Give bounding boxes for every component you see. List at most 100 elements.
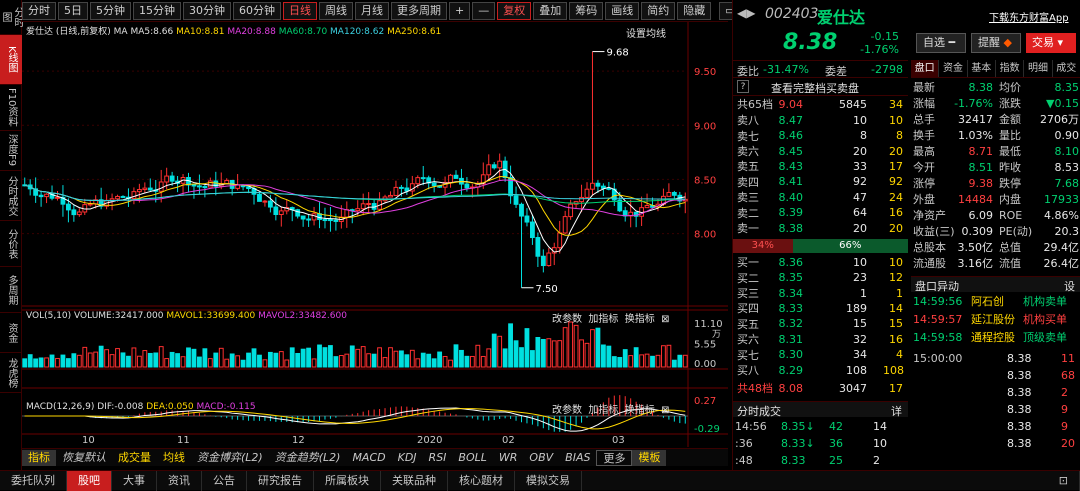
bottom-tab-9[interactable]: 模拟交易 [515,470,582,491]
quote-row: 涨停 9.38 跌停 7.68 [911,176,1080,191]
indicator-tab-13[interactable]: 更多 [596,449,633,466]
left-nav-item-5[interactable]: 分价表 [0,221,22,267]
alert-button[interactable]: 提醒 ◆ [971,33,1021,53]
help-icon[interactable]: ? [737,80,749,93]
download-app-link[interactable]: 下载东方财富App [989,9,1069,24]
quote-cell-1: 14484 [958,192,993,206]
watchlist-button[interactable]: 自选 ━ [916,33,966,53]
bottom-tab-2[interactable]: 大事 [112,470,157,491]
full-depth-row[interactable]: ? 查看完整档买卖盘 [733,78,908,96]
toolbar-item-14[interactable]: 筹码 [569,1,604,20]
toolbar-item-12[interactable]: 复权 [497,1,532,20]
indicator-tab-6[interactable]: MACD [346,450,391,466]
toolbar-item-13[interactable]: 叠加 [533,1,568,20]
volume-bar [437,351,443,368]
bottom-expand-icon[interactable]: ⊡ [1048,470,1080,491]
indicator-tab-9[interactable]: BOLL [452,450,492,466]
quote-tab-2[interactable]: 基本 [968,60,996,77]
vol-close-icon[interactable]: ⊠ [661,314,669,325]
toolbar-item-0[interactable]: 分时 [22,1,56,20]
indicator-tab-11[interactable]: OBV [523,450,559,466]
toolbar-item-1[interactable]: 5日 [58,1,88,20]
left-nav-item-6[interactable]: 多周期 [0,267,22,313]
depth-cell-0: 卖三 [737,191,759,205]
nav-arrows-icon[interactable]: ◀▶ [737,6,755,20]
quote-tab-1[interactable]: 资金 [939,60,968,77]
quote-tab-5[interactable]: 成交 [1053,60,1080,77]
macd-close-icon[interactable]: ⊠ [661,405,669,416]
fenshi-detail-button[interactable]: 详 [891,403,902,419]
indicator-tab-10[interactable]: WR [493,450,524,466]
toolbar-item-8[interactable]: 月线 [355,1,389,20]
indicator-tab-4[interactable]: 资金博弈(L2) [191,450,269,466]
candle-body [300,215,306,220]
left-nav-item-4[interactable]: 分时成交 [0,171,22,221]
full-depth-link[interactable]: 查看完整档买卖盘 [771,80,859,96]
macd-param-button[interactable]: 改参数 [552,405,582,416]
bottom-tab-6[interactable]: 所属板块 [314,470,381,491]
indicator-tab-5[interactable]: 资金趋势(L2) [269,450,347,466]
toolbar-item-9[interactable]: 更多周期 [391,1,447,20]
toolbar-item-4[interactable]: 30分钟 [183,1,231,20]
volume-bar [519,347,524,368]
indicator-tab-14[interactable]: 模板 [632,449,667,466]
depth-cell-2: 34 [853,348,867,362]
candle-body [55,196,60,199]
indicator-tab-12[interactable]: BIAS [559,450,596,466]
bottom-tab-1[interactable]: 股吧 [67,470,112,491]
indicator-tab-2[interactable]: 成交量 [112,450,157,466]
volume-bar [595,327,601,368]
toolbar-item-11[interactable]: — [472,1,496,20]
vol-param-button[interactable]: 改参数 [552,314,582,325]
toolbar-item-6[interactable]: 日线 [283,1,317,20]
bottom-tab-7[interactable]: 关联品种 [381,470,448,491]
bottom-tab-8[interactable]: 核心题材 [448,470,515,491]
toolbar-item-3[interactable]: 15分钟 [133,1,181,20]
bottom-tab-0[interactable]: 委托队列 [0,470,67,491]
bottom-tab-4[interactable]: 公告 [202,470,247,491]
toolbar-item-17[interactable]: 隐藏 [677,1,712,20]
toolbar-item-7[interactable]: 周线 [319,1,353,20]
toolbar-item-15[interactable]: 画线 [605,1,640,20]
quote-tab-0[interactable]: 盘口 [911,60,940,77]
indicator-tab-1[interactable]: 恢复默认 [56,450,112,466]
indicator-tab-8[interactable]: RSI [423,450,453,466]
vol-switch-button[interactable]: 换指标 [625,314,655,325]
left-nav-item-1[interactable]: K线图 [0,35,22,85]
pankou-settings-button[interactable]: 设 [1064,278,1075,294]
indicator-tab-3[interactable]: 均线 [157,450,191,466]
macd-switch-button[interactable]: 换指标 [625,405,655,416]
depth-cell-3: 17 [889,159,903,173]
indicator-tab-7[interactable]: KDJ [392,450,423,466]
left-nav-item-2[interactable]: F10资料 [0,85,22,131]
left-nav-item-3[interactable]: 深度F9 [0,131,22,171]
kline-chart[interactable]: 9.50 9.00 8.50 8.00 11.10 5.55 0.00 万 0.27 -0.29 1… [22,22,728,447]
volume-bar [71,353,77,368]
volume-bar [606,345,612,368]
toolbar-item-5[interactable]: 60分钟 [233,1,281,20]
vol-add-button[interactable]: 加指标 [588,314,618,325]
left-nav-item-0[interactable]: 分时图 [0,0,23,35]
quote-tab-3[interactable]: 指数 [996,60,1025,77]
toolbar-item-2[interactable]: 5分钟 [90,1,131,20]
volume-bar [459,349,464,368]
trade-button[interactable]: 交易 ▾ [1026,33,1076,53]
indicator-tab-0[interactable]: 指标 [22,449,56,466]
kline-svg[interactable]: 9.50 9.00 8.50 8.00 11.10 5.55 0.00 万 0.27 -0.29 1… [22,22,728,447]
left-nav-item-8[interactable]: 龙虎榜 [0,353,22,393]
bottom-tab-5[interactable]: 研究报告 [247,470,314,491]
toolbar-item-16[interactable]: 简约 [641,1,676,20]
macd-add-button[interactable]: 加指标 [588,405,618,416]
bid-ratio-bar: 34% [733,239,793,253]
toolbar-item-10[interactable]: + [449,1,471,20]
depth-cell-2: 64 [853,206,867,220]
depth-cell-2: 10 [853,255,867,269]
vol-tick-label: 11.10 [694,319,723,330]
bottom-tab-3[interactable]: 资讯 [157,470,202,491]
ma-settings[interactable]: 设置均线 [626,25,666,40]
left-nav-item-7[interactable]: 资金 [0,313,22,353]
depth-cell-1: 8.46 [778,129,804,143]
quote-tab-4[interactable]: 明细 [1024,60,1053,77]
volume-bar [535,336,541,368]
quote-cell-0: 换手 [913,129,935,143]
